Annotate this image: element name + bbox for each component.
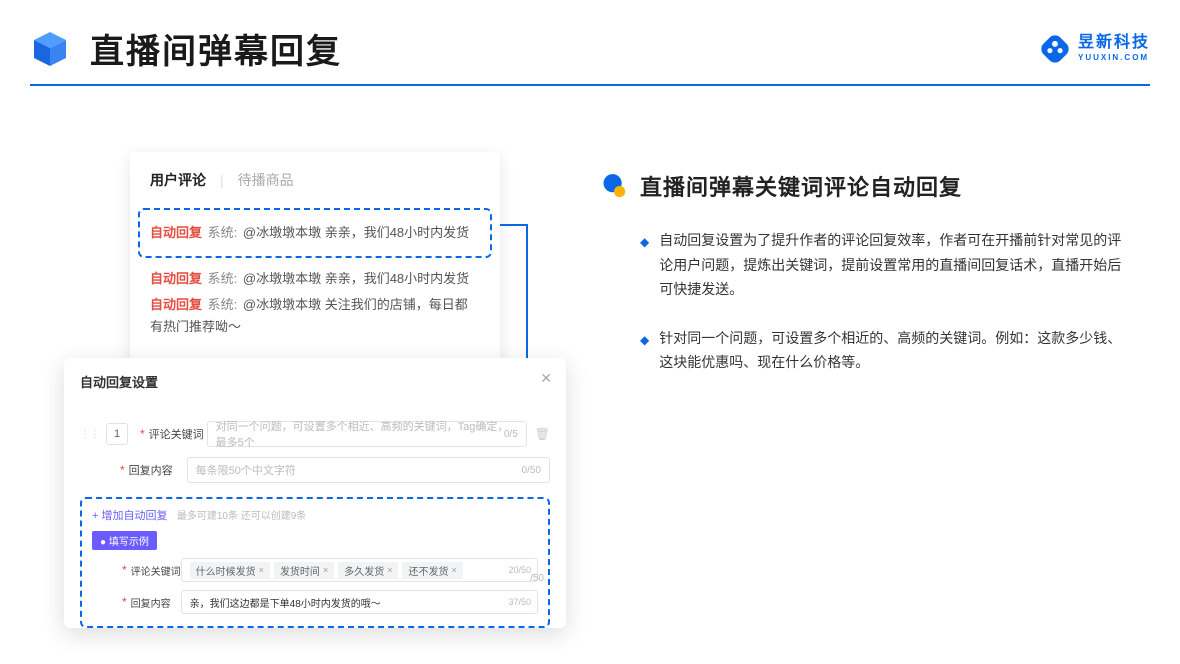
diamond-icon: ◆ (640, 330, 649, 375)
ex-reply-input: 亲，我们这边都是下单48小时内发货的哦～ 37/50 (181, 590, 538, 614)
example-badge: ● 填写示例 (92, 531, 157, 550)
keyword-input[interactable]: 对同一个问题，可设置多个相近、高频的关键词，Tag确定，最多5个 0/5 (207, 421, 527, 447)
drag-handle-icon[interactable]: ⋮⋮ (80, 429, 100, 440)
reply-input[interactable]: 每条限50个中文字符 0/50 (187, 457, 550, 483)
bullet-text: 自动回复设置为了提升作者的评论回复效率，作者可在开播前针对常见的评论用户问题，提… (659, 228, 1130, 302)
keyword-placeholder: 对同一个问题，可设置多个相近、高频的关键词，Tag确定，最多5个 (216, 418, 518, 450)
example-box: + 增加自动回复 最多可建10条 还可以创建9条 ● 填写示例 * 评论关键词 … (80, 497, 550, 628)
auto-reply-tag: 自动回复 (150, 225, 202, 240)
required-mark: * (122, 563, 127, 577)
keyword-count: 0/5 (504, 429, 518, 440)
tag-chip[interactable]: 多久发货× (338, 562, 398, 579)
highlighted-comment-box: 自动回复 系统: @冰墩墩本墩 亲亲，我们48小时内发货 (138, 208, 492, 258)
required-mark: * (122, 595, 127, 609)
ex-keyword-label: 评论关键词 (131, 563, 181, 578)
tag-chip[interactable]: 什么时候发货× (190, 562, 270, 579)
required-mark: * (140, 427, 145, 441)
auto-reply-tag: 自动回复 (150, 271, 202, 286)
reply-count: 0/50 (522, 465, 541, 476)
ex-reply-count: 37/50 (508, 597, 531, 607)
connector (500, 224, 528, 226)
reply-label: 回复内容 (129, 462, 187, 478)
reply-placeholder: 每条限50个中文字符 (196, 462, 296, 478)
tab-user-comments[interactable]: 用户评论 (150, 170, 206, 190)
comment-text: @冰墩墩本墩 亲亲，我们48小时内发货 (243, 225, 469, 240)
brand-logo-icon (1038, 32, 1072, 66)
tag-chip[interactable]: 还不发货× (402, 562, 462, 579)
header-divider (30, 84, 1150, 86)
auto-reply-settings-modal: 自动回复设置 ✕ ⋮⋮ 1 * 评论关键词 对同一个问题，可设置多个相近、高频的… (64, 358, 566, 628)
brand-name-cn: 昱新科技 (1078, 35, 1150, 51)
rule-index: 1 (106, 423, 128, 445)
bullet-item: ◆ 针对同一个问题，可设置多个相近的、高频的关键词。例如：这款多少钱、这块能优惠… (640, 326, 1130, 375)
delete-icon[interactable]: 🗑 (535, 427, 550, 441)
close-icon[interactable]: ✕ (540, 370, 552, 387)
tag-chip[interactable]: 发货时间× (274, 562, 334, 579)
diamond-icon: ◆ (640, 232, 649, 302)
page-title: 直播间弹幕回复 (90, 24, 342, 73)
comments-card: 用户评论 | 待播商品 自动回复 系统: @冰墩墩本墩 亲亲，我们48小时内发货… (130, 152, 500, 366)
tab-divider: | (220, 172, 224, 188)
auto-reply-tag: 自动回复 (150, 297, 202, 312)
cube-icon (30, 28, 70, 68)
brand-name-en: YUUXIN.COM (1078, 53, 1150, 63)
ex-keyword-count: 20/50 (508, 565, 531, 575)
bullet-text: 针对同一个问题，可设置多个相近的、高频的关键词。例如：这款多少钱、这块能优惠吗、… (659, 326, 1130, 375)
comment-text: @冰墩墩本墩 亲亲，我们48小时内发货 (243, 271, 469, 286)
keyword-label: 评论关键词 (149, 426, 207, 442)
comment-line: 自动回复 系统: @冰墩墩本墩 亲亲，我们48小时内发货 (150, 222, 480, 244)
system-tag: 系统: (208, 225, 238, 240)
add-auto-reply-link[interactable]: + 增加自动回复 (92, 510, 167, 522)
tab-row: 用户评论 | 待播商品 (150, 170, 480, 190)
bullet-item: ◆ 自动回复设置为了提升作者的评论回复效率，作者可在开播前针对常见的评论用户问题… (640, 228, 1130, 302)
comment-line: 自动回复 系统: @冰墩墩本墩 亲亲，我们48小时内发货 (150, 268, 480, 290)
tab-pending-goods[interactable]: 待播商品 (238, 170, 294, 190)
section-title: 直播间弹幕关键词评论自动回复 (640, 170, 1130, 202)
ex-keyword-input: 什么时候发货× 发货时间× 多久发货× 还不发货× 20/50 (181, 558, 538, 582)
system-tag: 系统: (208, 271, 238, 286)
brand: 昱新科技 YUUXIN.COM (1038, 32, 1150, 66)
chat-bubble-icon (600, 172, 628, 200)
outer-count: /50 (530, 573, 544, 584)
modal-title: 自动回复设置 (80, 372, 550, 391)
add-hint: 最多可建10条 还可以创建9条 (177, 511, 306, 522)
ex-reply-text: 亲，我们这边都是下单48小时内发货的哦～ (190, 595, 381, 610)
required-mark: * (120, 463, 125, 477)
comment-line: 自动回复 系统: @冰墩墩本墩 关注我们的店铺，每日都有热门推荐呦～ (150, 294, 480, 338)
ex-reply-label: 回复内容 (131, 595, 181, 610)
system-tag: 系统: (208, 297, 238, 312)
right-content: 直播间弹幕关键词评论自动回复 ◆ 自动回复设置为了提升作者的评论回复效率，作者可… (600, 170, 1130, 399)
